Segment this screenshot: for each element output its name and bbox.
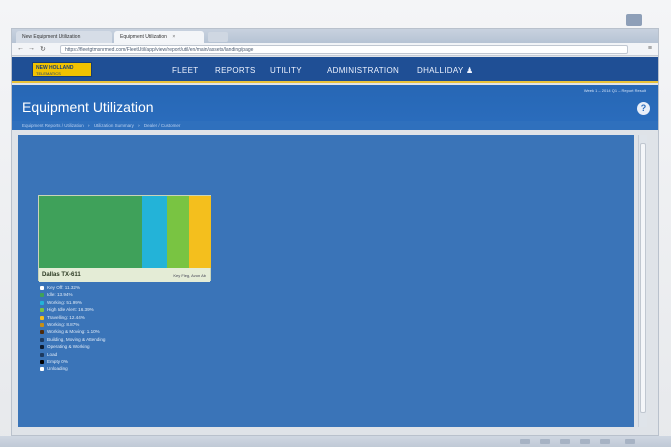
browser-menu-icon[interactable]: ≡ <box>648 45 652 52</box>
legend-item[interactable]: Operating & Working <box>40 344 105 351</box>
browser-tab-label: New Equipment Utilization <box>22 34 81 40</box>
page-title: Equipment Utilization <box>22 99 154 115</box>
tab-strip: New Equipment Utilization Equipment Util… <box>12 29 658 43</box>
nav-item-utility[interactable]: UTILITY <box>270 66 302 75</box>
legend-item[interactable]: Unloading <box>40 366 105 373</box>
tray-icon[interactable] <box>625 439 635 444</box>
treemap-cell-working[interactable] <box>142 196 167 268</box>
browser-tab-2[interactable]: Equipment Utilization × <box>114 31 204 43</box>
app-navbar: NEW HOLLAND TELEMATICS FLEET REPORTS UTI… <box>12 57 658 83</box>
treemap-cell-idle[interactable] <box>39 196 142 268</box>
user-name: DHALLIDAY <box>417 66 464 75</box>
new-tab-button[interactable] <box>208 32 228 42</box>
legend-item[interactable]: Building, Moving & Attending <box>40 337 105 344</box>
legend-item[interactable]: Working & Moving: 1.10% <box>40 329 105 336</box>
treemap-card[interactable]: Dallas TX-611 Key Fleg, Avon Ab <box>38 195 211 282</box>
scrollbar[interactable] <box>638 135 647 427</box>
legend-label: Working: 51.99% <box>47 299 82 305</box>
legend-swatch <box>40 352 44 357</box>
treemap-cell-travelling[interactable] <box>189 196 211 268</box>
page-header: Week 1 – 2014 Q1 – Report Result Equipme… <box>12 85 658 121</box>
legend-item[interactable]: Key Off: 11.32% <box>40 285 105 292</box>
legend-label: Empty 0% <box>47 358 68 364</box>
reload-icon[interactable]: ↻ <box>40 45 46 53</box>
brand-logo[interactable]: NEW HOLLAND TELEMATICS <box>32 62 92 77</box>
treemap-footer: Dallas TX-611 Key Fleg, Avon Ab <box>39 268 210 282</box>
report-info: Week 1 – 2014 Q1 – Report Result <box>583 88 646 93</box>
legend-item[interactable]: High Idle Alert: 16.39% <box>40 307 105 314</box>
scrollbar-thumb[interactable] <box>640 143 646 413</box>
tray-icon[interactable] <box>520 439 530 444</box>
tray-icon[interactable] <box>580 439 590 444</box>
legend-swatch <box>40 293 44 298</box>
treemap-title: Dallas TX-611 <box>42 272 81 278</box>
breadcrumb: Equipment Reports / Utilization › Utiliz… <box>12 121 658 130</box>
legend-swatch <box>40 330 44 335</box>
logo-subtext: TELEMATICS <box>36 71 61 76</box>
back-arrow-icon[interactable]: ← <box>17 45 24 52</box>
treemap-cell-high-idle[interactable] <box>167 196 189 268</box>
nav-item-user[interactable]: DHALLIDAY ♟ <box>417 66 473 75</box>
legend-label: Building, Moving & Attending <box>47 336 106 342</box>
legend-swatch <box>40 337 44 342</box>
breadcrumb-separator: › <box>88 123 90 128</box>
legend-swatch <box>40 367 44 372</box>
legend-swatch <box>40 345 44 350</box>
legend-label: Load <box>47 351 58 357</box>
address-bar: ← → ↻ https://fleetgtmsnrmed.com/FleetUt… <box>12 43 658 56</box>
nav-item-fleet[interactable]: FLEET <box>172 66 198 75</box>
legend-label: Working: 8.87% <box>47 321 80 327</box>
legend-item[interactable]: Travelling: 12.44% <box>40 315 105 322</box>
legend-item[interactable]: Idle: 13.94% <box>40 292 105 299</box>
breadcrumb-item[interactable]: Utilization Summary <box>94 123 134 128</box>
legend-swatch <box>40 300 44 305</box>
browser-tab-1[interactable]: New Equipment Utilization <box>16 31 112 43</box>
user-icon: ♟ <box>465 66 474 75</box>
legend-label: High Idle Alert: 16.39% <box>47 307 94 313</box>
nav-item-administration[interactable]: ADMINISTRATION <box>327 66 399 75</box>
legend-swatch <box>40 315 44 320</box>
report-content: Dallas TX-611 Key Fleg, Avon Ab Key Off:… <box>18 135 634 427</box>
tray-icon[interactable] <box>540 439 550 444</box>
legend-swatch <box>40 359 44 364</box>
legend-label: Operating & Working <box>47 344 90 350</box>
monitor-frame: New Equipment Utilization Equipment Util… <box>0 0 671 447</box>
legend-label: Working & Moving: 1.10% <box>47 329 100 335</box>
url-input[interactable]: https://fleetgtmsnrmed.com/FleetUtil/app… <box>60 45 628 54</box>
breadcrumb-separator: › <box>138 123 140 128</box>
breadcrumb-item[interactable]: Dealer / Customer <box>144 123 181 128</box>
legend-label: Key Off: 11.32% <box>47 285 81 290</box>
forward-arrow-icon[interactable]: → <box>28 45 35 52</box>
tray-icon[interactable] <box>600 439 610 444</box>
help-icon[interactable]: ? <box>637 102 650 115</box>
breadcrumb-item[interactable]: Equipment Reports / Utilization <box>22 123 84 128</box>
legend-item[interactable]: Load <box>40 352 105 359</box>
treemap-subtitle: Key Fleg, Avon Ab <box>173 273 206 278</box>
taskbar <box>0 436 671 447</box>
legend: Key Off: 11.32% Idle: 13.94% Working: 51.9… <box>40 285 105 374</box>
legend-item[interactable]: Working: 8.87% <box>40 322 105 329</box>
legend-label: Travelling: 12.44% <box>47 314 85 320</box>
legend-swatch <box>40 286 44 290</box>
browser-tab-label: Equipment Utilization <box>120 34 167 40</box>
close-icon[interactable]: × <box>172 34 175 40</box>
legend-swatch <box>40 322 44 327</box>
browser-window: New Equipment Utilization Equipment Util… <box>11 28 659 436</box>
legend-swatch <box>40 308 44 313</box>
legend-item[interactable]: Empty 0% <box>40 359 105 366</box>
nav-item-reports[interactable]: REPORTS <box>215 66 256 75</box>
legend-label: Unloading <box>47 366 68 372</box>
window-control-icon[interactable] <box>626 14 642 26</box>
legend-label: Idle: 13.94% <box>47 292 73 298</box>
tray-icon[interactable] <box>560 439 570 444</box>
legend-item[interactable]: Working: 51.99% <box>40 300 105 307</box>
